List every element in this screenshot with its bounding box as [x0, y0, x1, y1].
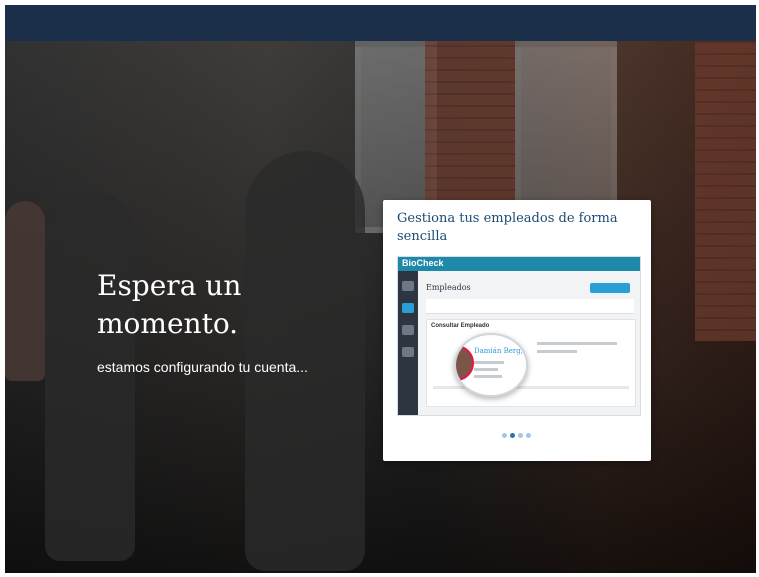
- onboarding-card: Gestiona tus empleados de forma sencilla…: [383, 200, 651, 461]
- screenshot-tabs: [426, 299, 634, 314]
- carousel-dot[interactable]: [502, 433, 507, 438]
- carousel-dots: [502, 433, 532, 439]
- brick-wall-shape: [425, 41, 515, 201]
- magnifier-lens: Damián Berg, Ben Hidalgo: [454, 333, 528, 397]
- sidebar-icon: [402, 325, 414, 335]
- app-frame: Espera un momento. estamos configurando …: [5, 5, 756, 573]
- screenshot-sidebar: [398, 271, 418, 415]
- screenshot-header: BioCheck: [398, 257, 640, 271]
- screenshot-text-line: [577, 342, 617, 345]
- screenshot-text-line: [433, 386, 629, 389]
- screenshot-button: [590, 283, 630, 293]
- screenshot-text-line: [474, 375, 502, 378]
- avatar: [456, 345, 474, 381]
- top-bar: [5, 5, 756, 41]
- product-screenshot: BioCheck Empleados Consultar Empleado Da…: [397, 256, 641, 416]
- screenshot-text-line: [474, 361, 504, 364]
- brick-wall-shape: [695, 41, 756, 341]
- hero-title: Espera un momento.: [97, 269, 242, 340]
- sidebar-icon: [402, 281, 414, 291]
- hero-subtitle: estamos configurando tu cuenta...: [97, 359, 308, 375]
- screenshot-panel-title: Consultar Empleado: [431, 323, 490, 329]
- person-silhouette: [5, 201, 45, 381]
- carousel-dot[interactable]: [526, 433, 531, 438]
- screenshot-logo: BioCheck: [402, 258, 444, 268]
- sidebar-icon: [402, 347, 414, 357]
- carousel-dot-active[interactable]: [510, 433, 515, 438]
- screenshot-text-line: [537, 350, 577, 353]
- card-title: Gestiona tus empleados de forma sencilla: [397, 211, 618, 244]
- screenshot-text-line: [474, 368, 498, 371]
- carousel-dot[interactable]: [518, 433, 523, 438]
- screenshot-employee-name: Damián Berg, Ben Hidalgo: [474, 347, 526, 355]
- person-silhouette: [45, 191, 135, 561]
- sidebar-icon: [402, 303, 414, 313]
- screenshot-heading: Empleados: [426, 283, 471, 292]
